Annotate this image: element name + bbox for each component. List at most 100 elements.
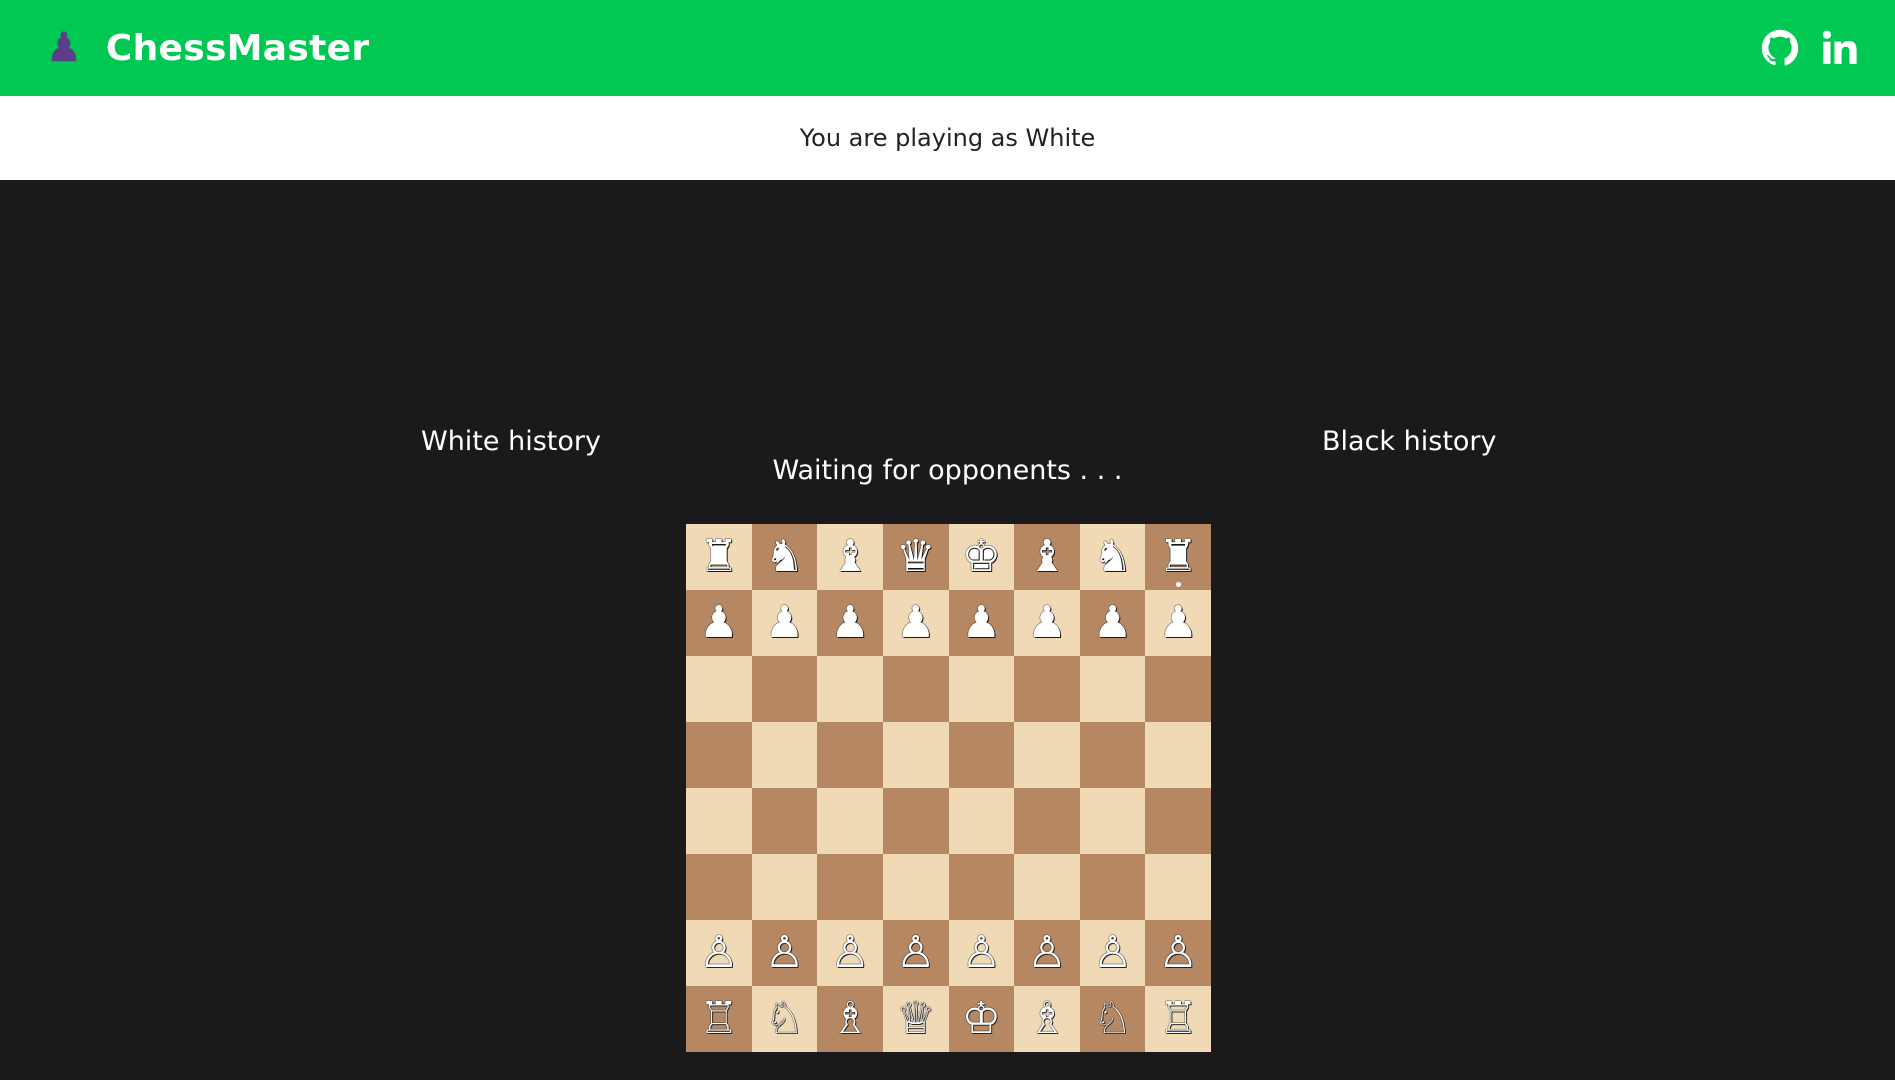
square-h1[interactable]: ♖ <box>1145 986 1211 1052</box>
square-a1[interactable]: ♖ <box>686 986 752 1052</box>
square-g3[interactable] <box>1079 854 1146 920</box>
chess-piece[interactable]: ♙ <box>896 931 935 975</box>
linkedin-icon <box>1822 30 1857 64</box>
square-c6[interactable] <box>817 656 883 722</box>
square-c5[interactable] <box>817 722 883 788</box>
square-h8[interactable]: ♜ <box>1145 524 1211 590</box>
chess-piece[interactable]: ♖ <box>1158 997 1197 1041</box>
square-f5[interactable] <box>1014 722 1080 788</box>
square-a2[interactable]: ♙ <box>686 920 752 986</box>
square-e7[interactable]: ♟ <box>948 590 1015 656</box>
chess-piece[interactable]: ♝ <box>830 535 869 579</box>
square-d6[interactable] <box>882 656 949 722</box>
chess-piece[interactable]: ♟ <box>1158 601 1197 645</box>
square-e1[interactable]: ♔ <box>948 986 1015 1052</box>
square-b1[interactable]: ♘ <box>751 986 818 1052</box>
square-c1[interactable]: ♗ <box>817 986 883 1052</box>
square-f1[interactable]: ♗ <box>1014 986 1080 1052</box>
square-h3[interactable] <box>1145 854 1211 920</box>
square-b6[interactable] <box>751 656 818 722</box>
square-a5[interactable] <box>686 722 752 788</box>
square-d7[interactable]: ♟ <box>882 590 949 656</box>
square-f3[interactable] <box>1014 854 1080 920</box>
square-a3[interactable] <box>686 854 752 920</box>
square-g1[interactable]: ♘ <box>1079 986 1146 1052</box>
chess-piece[interactable]: ♟ <box>765 601 804 645</box>
chess-piece[interactable]: ♗ <box>830 997 869 1041</box>
chess-piece[interactable]: ♝ <box>1027 535 1066 579</box>
square-b4[interactable] <box>751 788 818 854</box>
chess-piece[interactable]: ♙ <box>1093 931 1132 975</box>
chess-piece[interactable]: ♘ <box>765 997 804 1041</box>
chess-piece[interactable]: ♔ <box>962 997 1001 1041</box>
chess-piece[interactable]: ♜ <box>1158 535 1197 579</box>
chess-piece[interactable]: ♜ <box>699 535 738 579</box>
square-h4[interactable] <box>1145 788 1211 854</box>
square-d4[interactable] <box>882 788 949 854</box>
github-link[interactable] <box>1761 29 1799 67</box>
chess-piece[interactable]: ♚ <box>962 535 1001 579</box>
square-a8[interactable]: ♜ <box>686 524 752 590</box>
square-b2[interactable]: ♙ <box>751 920 818 986</box>
square-c2[interactable]: ♙ <box>817 920 883 986</box>
square-d5[interactable] <box>882 722 949 788</box>
chess-piece[interactable]: ♙ <box>830 931 869 975</box>
chess-piece[interactable]: ♞ <box>1093 535 1132 579</box>
brand[interactable]: ♟ ChessMaster <box>46 28 369 69</box>
square-e4[interactable] <box>948 788 1015 854</box>
square-g4[interactable] <box>1079 788 1146 854</box>
square-g5[interactable] <box>1079 722 1146 788</box>
square-d8[interactable]: ♛ <box>882 524 949 590</box>
chess-piece[interactable]: ♛ <box>896 535 935 579</box>
square-f6[interactable] <box>1014 656 1080 722</box>
square-h6[interactable] <box>1145 656 1211 722</box>
square-e3[interactable] <box>948 854 1015 920</box>
square-h7[interactable]: ♟ <box>1145 590 1211 656</box>
square-a7[interactable]: ♟ <box>686 590 752 656</box>
square-g8[interactable]: ♞ <box>1079 524 1146 590</box>
chess-piece[interactable]: ♙ <box>699 931 738 975</box>
square-b3[interactable] <box>751 854 818 920</box>
chess-piece[interactable]: ♙ <box>1158 931 1197 975</box>
square-h2[interactable]: ♙ <box>1145 920 1211 986</box>
square-e5[interactable] <box>948 722 1015 788</box>
square-b8[interactable]: ♞ <box>751 524 818 590</box>
square-c4[interactable] <box>817 788 883 854</box>
square-b5[interactable] <box>751 722 818 788</box>
chess-piece[interactable]: ♘ <box>1093 997 1132 1041</box>
chess-piece[interactable]: ♟ <box>896 601 935 645</box>
square-e2[interactable]: ♙ <box>948 920 1015 986</box>
square-c3[interactable] <box>817 854 883 920</box>
chess-piece[interactable]: ♟ <box>1027 601 1066 645</box>
chess-piece[interactable]: ♟ <box>830 601 869 645</box>
square-f7[interactable]: ♟ <box>1014 590 1080 656</box>
chess-piece[interactable]: ♟ <box>962 601 1001 645</box>
chess-piece[interactable]: ♖ <box>699 997 738 1041</box>
square-e8[interactable]: ♚ <box>948 524 1015 590</box>
square-d2[interactable]: ♙ <box>882 920 949 986</box>
chess-piece[interactable]: ♙ <box>765 931 804 975</box>
chess-piece[interactable]: ♗ <box>1027 997 1066 1041</box>
square-d1[interactable]: ♕ <box>882 986 949 1052</box>
square-b7[interactable]: ♟ <box>751 590 818 656</box>
square-a4[interactable] <box>686 788 752 854</box>
chess-piece[interactable]: ♙ <box>962 931 1001 975</box>
square-e6[interactable] <box>948 656 1015 722</box>
square-g6[interactable] <box>1079 656 1146 722</box>
square-d3[interactable] <box>882 854 949 920</box>
square-f4[interactable] <box>1014 788 1080 854</box>
square-c7[interactable]: ♟ <box>817 590 883 656</box>
square-h5[interactable] <box>1145 722 1211 788</box>
linkedin-link[interactable] <box>1821 29 1859 67</box>
chess-piece[interactable]: ♟ <box>1093 601 1132 645</box>
square-f8[interactable]: ♝ <box>1014 524 1080 590</box>
chess-piece[interactable]: ♞ <box>765 535 804 579</box>
chess-piece[interactable]: ♕ <box>896 997 935 1041</box>
chess-piece[interactable]: ♟ <box>699 601 738 645</box>
square-g2[interactable]: ♙ <box>1079 920 1146 986</box>
square-f2[interactable]: ♙ <box>1014 920 1080 986</box>
square-a6[interactable] <box>686 656 752 722</box>
square-g7[interactable]: ♟ <box>1079 590 1146 656</box>
square-c8[interactable]: ♝ <box>817 524 883 590</box>
chess-piece[interactable]: ♙ <box>1027 931 1066 975</box>
